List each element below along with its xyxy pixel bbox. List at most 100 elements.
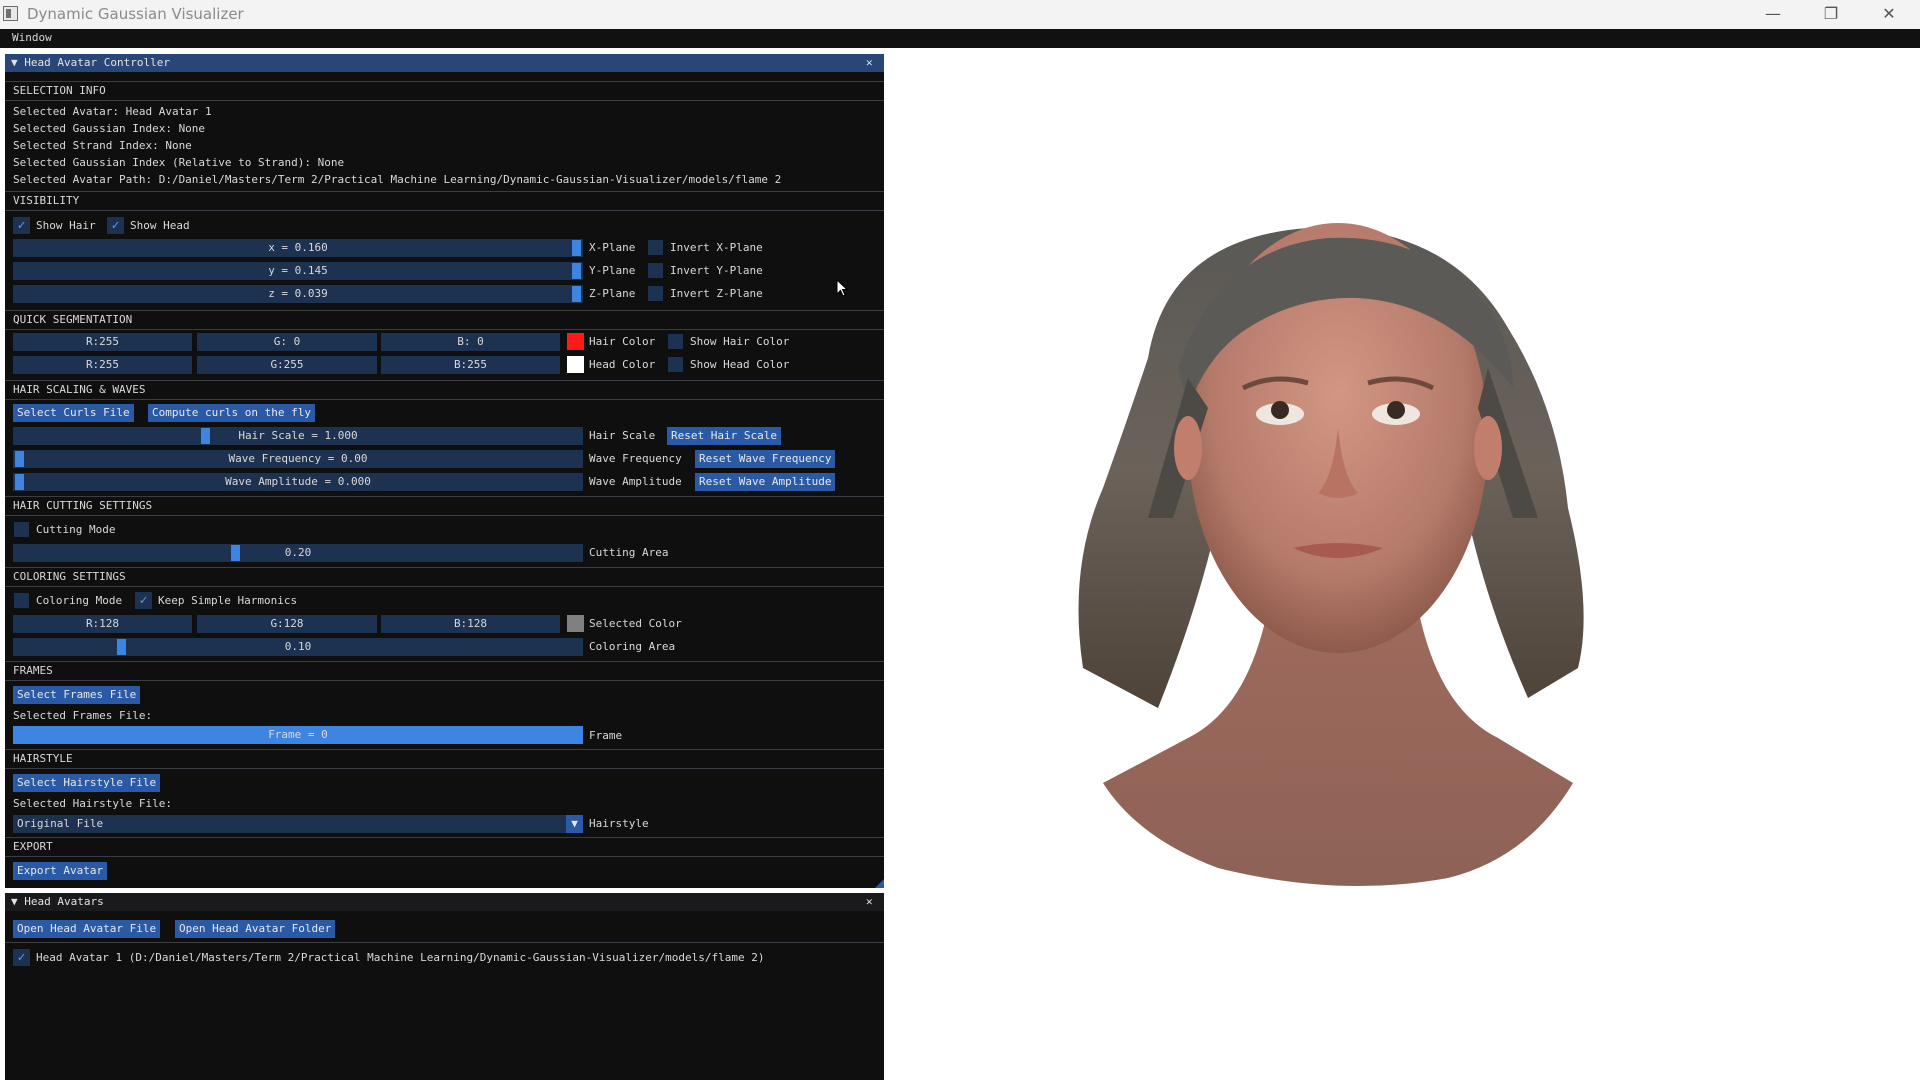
select-hairstyle-file-button[interactable]: Select Hairstyle File [13, 774, 161, 792]
x-plane-label: X-Plane [589, 241, 636, 254]
section-hair-scaling: HAIR SCALING & WAVES [13, 383, 146, 396]
select-curls-file-button[interactable]: Select Curls File [13, 404, 134, 422]
wave-amplitude-slider-grab[interactable] [15, 474, 24, 490]
y-plane-slider[interactable]: y = 0.145 [13, 262, 583, 280]
reset-hair-scale-button[interactable]: Reset Hair Scale [667, 427, 781, 445]
controller-title[interactable]: ▼ Head Avatar Controller [11, 56, 170, 69]
selected-hairstyle-file-label: Selected Hairstyle File: [13, 797, 172, 810]
cutting-area-slider-grab[interactable] [231, 545, 240, 561]
selected-color-r-input[interactable]: R:128 [13, 615, 192, 633]
invert-x-plane-label: Invert X-Plane [670, 241, 763, 254]
z-plane-slider-grab[interactable] [572, 286, 581, 302]
invert-x-plane-checkbox[interactable] [648, 240, 663, 255]
hairstyle-label: Hairstyle [589, 817, 649, 830]
head-color-b-input[interactable]: B:255 [381, 356, 560, 374]
reset-wave-amplitude-button[interactable]: Reset Wave Amplitude [695, 473, 836, 491]
cutting-mode-checkbox[interactable] [14, 522, 29, 537]
head-avatars-title-bar[interactable] [5, 893, 884, 911]
y-plane-slider-grab[interactable] [572, 263, 581, 279]
coloring-mode-checkbox[interactable] [14, 593, 29, 608]
coloring-area-label: Coloring Area [589, 640, 676, 653]
hair-color-g-input[interactable]: G: 0 [197, 333, 377, 351]
selected-color-g-input[interactable]: G:128 [197, 615, 377, 633]
separator [5, 768, 884, 769]
chevron-down-icon[interactable]: ▼ [566, 815, 583, 833]
show-head-checkbox[interactable]: ✓ [107, 217, 124, 234]
separator [5, 380, 884, 381]
minimize-icon[interactable]: — [1744, 0, 1802, 29]
y-plane-label: Y-Plane [589, 264, 636, 277]
compute-curls-button[interactable]: Compute curls on the fly [148, 404, 315, 422]
maximize-icon[interactable]: ❐ [1802, 0, 1860, 29]
section-hair-cutting: HAIR CUTTING SETTINGS [13, 499, 153, 512]
z-plane-slider[interactable]: z = 0.039 [13, 285, 583, 303]
hair-scale-label: Hair Scale [589, 429, 656, 442]
close-window-icon[interactable]: ✕ [1860, 0, 1918, 29]
wave-amplitude-slider[interactable]: Wave Amplitude = 0.000 [13, 473, 583, 491]
hair-color-r-input[interactable]: R:255 [13, 333, 192, 351]
invert-z-plane-checkbox[interactable] [648, 286, 663, 301]
render-viewport[interactable] [888, 48, 1920, 1080]
separator [5, 680, 884, 681]
separator [5, 837, 884, 838]
hair-color-swatch[interactable] [567, 333, 584, 350]
wave-amplitude-label: Wave Amplitude [589, 475, 682, 488]
coloring-area-slider-grab[interactable] [117, 639, 126, 655]
export-avatar-button[interactable]: Export Avatar [13, 862, 108, 880]
selected-color-swatch[interactable] [567, 615, 584, 632]
separator [5, 856, 884, 857]
x-plane-slider[interactable]: x = 0.160 [13, 239, 583, 257]
wave-frequency-slider[interactable]: Wave Frequency = 0.00 [13, 450, 583, 468]
selected-gaussian-relative: Selected Gaussian Index (Relative to Str… [13, 156, 345, 169]
separator [5, 329, 884, 330]
head-color-r-input[interactable]: R:255 [13, 356, 192, 374]
hair-scale-slider-grab[interactable] [201, 428, 210, 444]
show-head-label: Show Head [130, 219, 190, 232]
section-coloring: COLORING SETTINGS [13, 570, 126, 583]
hair-scale-slider[interactable]: Hair Scale = 1.000 [13, 427, 583, 445]
separator [5, 749, 884, 750]
section-visibility: VISIBILITY [13, 194, 80, 207]
selected-color-b-input[interactable]: B:128 [381, 615, 560, 633]
section-frames: FRAMES [13, 664, 53, 677]
head-color-swatch[interactable] [567, 356, 584, 373]
hair-color-b-input[interactable]: B: 0 [381, 333, 560, 351]
show-hair-checkbox[interactable]: ✓ [13, 217, 30, 234]
hair-color-label: Hair Color [589, 335, 656, 348]
section-quick-segmentation: QUICK SEGMENTATION [13, 313, 133, 326]
hairstyle-combo[interactable]: Original File [13, 815, 583, 833]
separator [5, 100, 884, 101]
separator [5, 210, 884, 211]
invert-y-plane-checkbox[interactable] [648, 263, 663, 278]
x-plane-slider-grab[interactable] [572, 240, 581, 256]
open-head-avatar-file-button[interactable]: Open Head Avatar File [13, 920, 161, 938]
head-avatar-render[interactable] [888, 48, 1920, 1080]
reset-wave-frequency-button[interactable]: Reset Wave Frequency [695, 450, 836, 468]
separator [5, 942, 884, 943]
controller-close-icon[interactable]: ✕ [866, 56, 873, 69]
frame-slider[interactable]: Frame = 0 [13, 726, 583, 744]
separator [5, 191, 884, 192]
show-head-color-checkbox[interactable] [668, 357, 683, 372]
wave-frequency-slider-grab[interactable] [15, 451, 24, 467]
resize-grip[interactable] [875, 879, 884, 888]
menu-window[interactable]: Window [12, 31, 52, 44]
section-export: EXPORT [13, 840, 53, 853]
head-avatars-close-icon[interactable]: ✕ [866, 895, 873, 908]
separator [5, 567, 884, 568]
open-head-avatar-folder-button[interactable]: Open Head Avatar Folder [175, 920, 336, 938]
coloring-area-slider[interactable]: 0.10 [13, 638, 583, 656]
head-avatar-1-checkbox[interactable]: ✓ [13, 949, 30, 966]
menu-bar [0, 29, 1920, 48]
separator [5, 496, 884, 497]
select-frames-file-button[interactable]: Select Frames File [13, 686, 141, 704]
head-color-g-input[interactable]: G:255 [197, 356, 377, 374]
cutting-area-slider[interactable]: 0.20 [13, 544, 583, 562]
selected-frames-file-label: Selected Frames File: [13, 709, 153, 722]
keep-simple-harmonics-checkbox[interactable]: ✓ [135, 592, 152, 609]
head-avatars-title[interactable]: ▼ Head Avatars [11, 895, 104, 908]
cutting-mode-label: Cutting Mode [36, 523, 116, 536]
app-window-icon [3, 6, 18, 21]
show-hair-color-checkbox[interactable] [668, 334, 683, 349]
separator [5, 661, 884, 662]
